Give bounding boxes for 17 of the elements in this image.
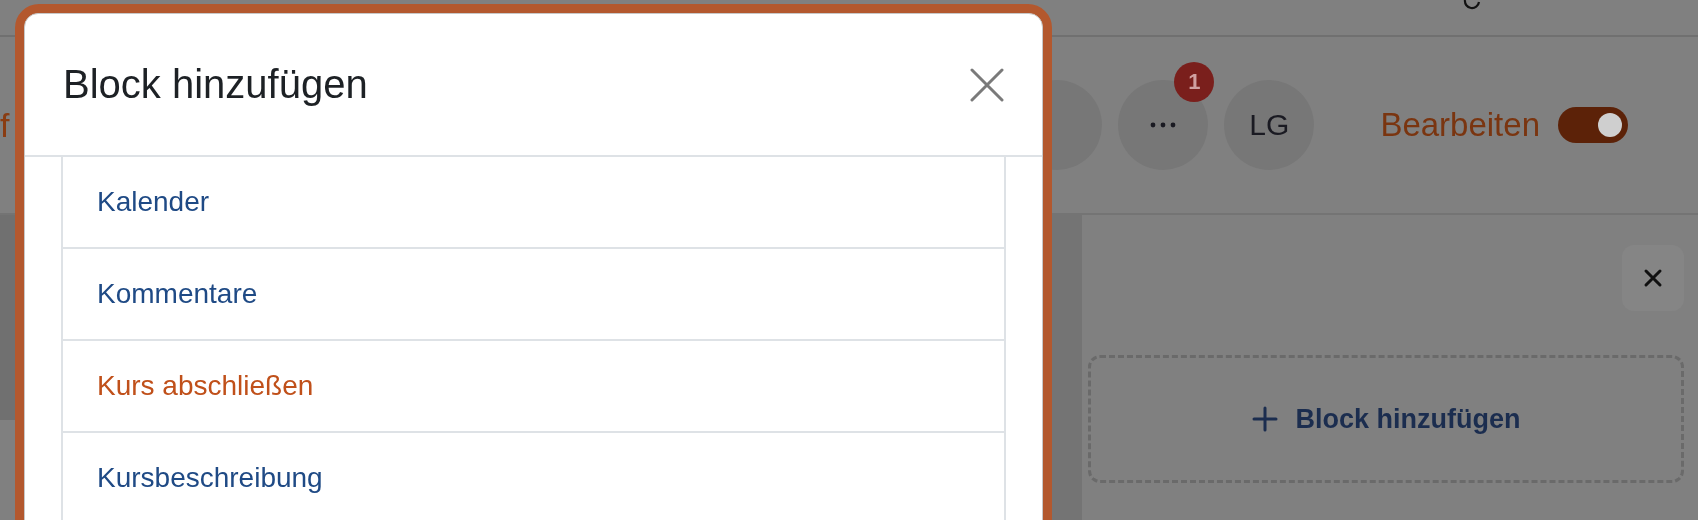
block-option[interactable]: Kalender [63,157,1004,249]
more-icon [1150,122,1177,128]
plus-icon [1251,406,1278,432]
block-option[interactable]: Kurs abschließen [63,341,1004,433]
edit-mode-toggle[interactable] [1558,107,1628,143]
user-avatar[interactable]: LG [1224,80,1315,170]
add-block-button[interactable]: Block hinzufügen [1088,355,1684,483]
close-icon [970,67,1004,102]
close-button[interactable] [1622,245,1684,311]
block-option[interactable]: Kommentare [63,249,1004,341]
loading-icon [1463,0,1481,10]
modal-title: Block hinzufügen [63,62,368,107]
close-icon [1643,268,1663,288]
notification-badge: 1 [1174,62,1215,102]
close-button[interactable] [970,67,1004,102]
block-option[interactable]: Kursbeschreibung [63,433,1004,520]
edit-mode-label: Bearbeiten [1380,106,1540,144]
